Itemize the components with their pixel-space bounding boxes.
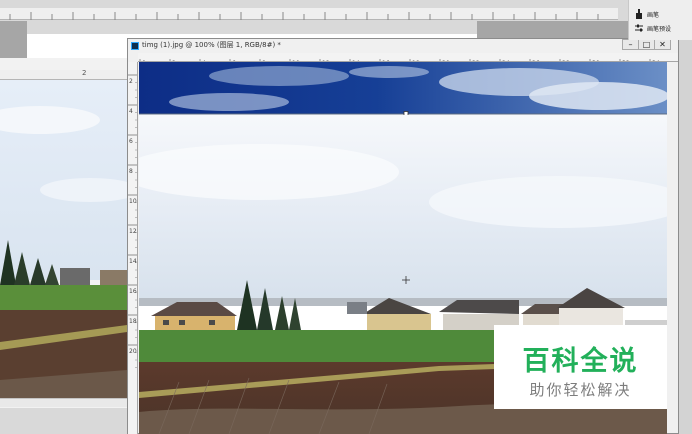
ruler-label: 2 — [129, 78, 133, 85]
ruler-label: 2 — [82, 69, 87, 77]
panel-item-label: 画笔 — [647, 11, 660, 19]
photoshop-document-icon — [131, 42, 139, 50]
workspace-gray-area — [0, 21, 27, 58]
watermark-logo: 百科全说 助你轻松解决 — [494, 325, 667, 409]
watermark-subtitle: 助你轻松解决 — [529, 381, 632, 399]
workspace-top-ruler — [0, 8, 618, 20]
horizontal-ruler[interactable]: 0246810121416182022242628303234 — [138, 53, 678, 62]
ruler-label: 12 — [129, 228, 137, 235]
workspace-gray-area — [477, 21, 628, 38]
ruler-label: 16 — [129, 288, 137, 295]
ruler-label: 8 — [129, 168, 133, 175]
watermark-title: 百科全说 — [522, 346, 639, 377]
ruler-label: 14 — [129, 258, 137, 265]
ruler-label: 10 — [129, 198, 137, 205]
document-title: timg (1).jpg @ 100% (图层 1, RGB/8#) * — [142, 41, 281, 49]
back-document-canvas[interactable] — [0, 80, 127, 398]
ruler-label: 4 — [129, 108, 133, 115]
ruler-label: 18 — [129, 318, 137, 325]
minimize-button[interactable]: – — [622, 39, 639, 50]
panel-item-brush[interactable]: 画笔 — [635, 8, 659, 20]
ruler-label: 20 — [129, 348, 137, 355]
photoshop-workspace: 2 timg (1).jpg @ 100% (图层 1, RGB/8#) * –… — [0, 0, 692, 434]
close-button[interactable]: ✕ — [654, 39, 671, 50]
maximize-button[interactable]: □ — [638, 39, 655, 50]
back-document-ruler: 2 — [0, 69, 135, 80]
panel-item-brush-presets[interactable]: 画笔预设 — [635, 22, 671, 34]
panel-item-label: 画笔预设 — [647, 25, 672, 33]
workspace-right-edge — [679, 40, 692, 434]
brush-icon — [636, 9, 642, 19]
panel-dock: 画笔 画笔预设 — [628, 0, 692, 40]
back-document-window[interactable]: 2 — [0, 58, 135, 408]
vertical-ruler[interactable]: 2 4 6 8 10 12 14 16 18 20 — [128, 62, 138, 434]
horizontal-scrollbar[interactable] — [0, 398, 135, 407]
ruler-label: 6 — [129, 138, 133, 145]
document-title-bar[interactable]: timg (1).jpg @ 100% (图层 1, RGB/8#) * – □… — [128, 39, 678, 53]
brush-presets-icon — [635, 24, 643, 32]
